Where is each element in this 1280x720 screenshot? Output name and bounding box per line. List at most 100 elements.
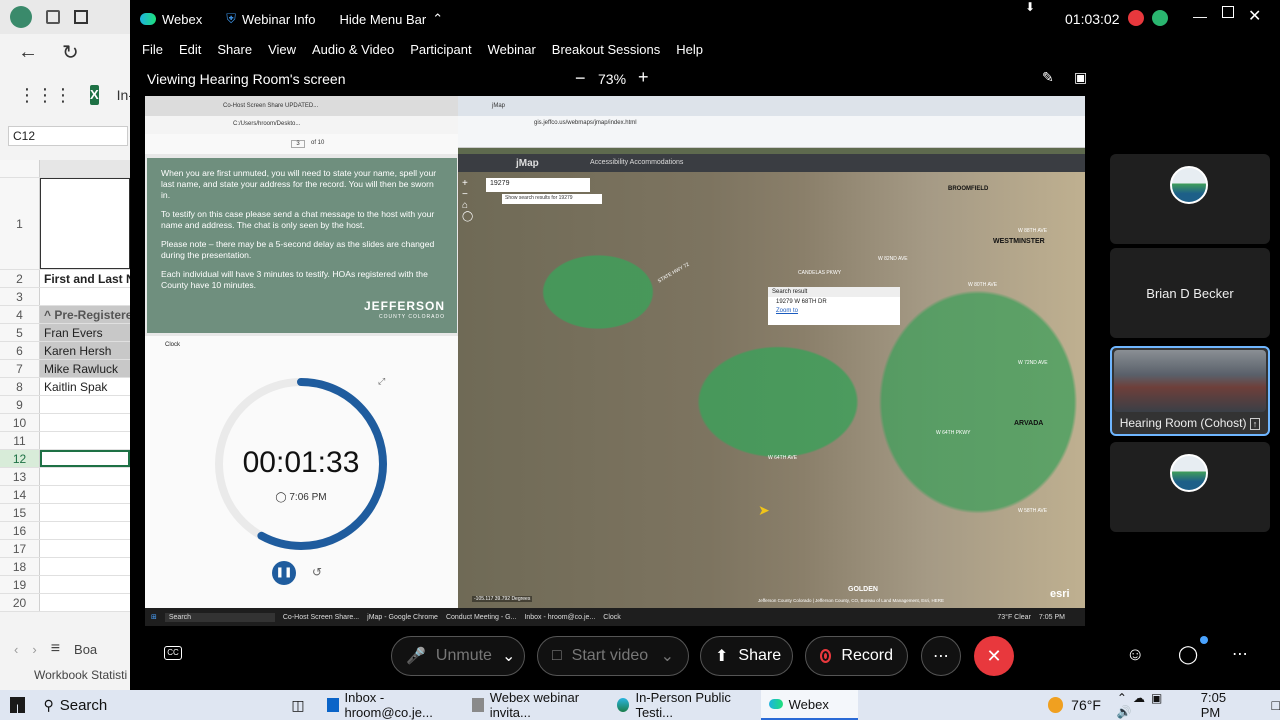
tray-icons[interactable]: ⌃☁▣🔊 [1117,691,1187,719]
share-button[interactable]: ⬆ Share [700,636,793,676]
logo-subtext: COUNTY COLORADO [378,314,445,320]
apps-grid-icon[interactable]: ⋮⋮⋮ [18,85,72,106]
unmute-button[interactable]: 🎤 Unmute ⌄ [391,636,525,676]
table-row[interactable]: 18 [0,558,130,576]
map-search-box[interactable]: 19279 [486,178,590,192]
weather-icon[interactable] [1047,697,1064,713]
table-row[interactable]: 4^ Pre-Registered [0,306,130,324]
remote-start-icon: ⊞ [151,614,157,621]
more-options-button[interactable]: ⋯ [921,636,961,676]
chevron-down-icon[interactable]: ⌄ [661,646,674,666]
excel-ribbon: ⋮⋮⋮ X In- [0,70,133,120]
reset-icon[interactable]: ↺ [312,565,322,579]
participant-tile[interactable]: Brian D Becker [1110,248,1270,338]
windows-start-icon[interactable] [10,697,26,713]
menu-audio-video[interactable]: Audio & Video [312,42,394,57]
pop-out-icon[interactable]: ▣ [1074,69,1087,86]
hide-menu-bar-button[interactable]: Hide Menu Bar ⌃ [339,11,443,27]
taskbar-search[interactable]: ⚲ Search [35,690,277,720]
accessibility-link[interactable]: Accessibility Accommodations [590,159,683,166]
table-row[interactable]: 1 [0,178,130,270]
table-row[interactable]: 15 [0,504,130,522]
pdf-path[interactable]: C:/Users/hroom/Deskto... [233,121,300,127]
table-row[interactable]: 11 [0,432,130,450]
taskbar-clock[interactable]: 7:05 PM [1201,690,1248,720]
home-icon[interactable]: ⌂ [462,200,476,211]
taskbar-app-edge[interactable]: In-Person Public Testi... [609,690,760,720]
menu-share[interactable]: Share [217,42,252,57]
menu-edit[interactable]: Edit [179,42,201,57]
webinar-info-button[interactable]: ⛨ Webinar Info [226,11,315,27]
table-row[interactable]: 7 Mike Rawluck [0,360,130,378]
zoom-out-icon[interactable]: − [462,189,476,200]
browser-tab[interactable]: jMap [492,103,505,109]
slide-paragraph: When you are first unmuted, you will nee… [161,168,437,200]
start-video-button[interactable]: □ Start video ⌄ [537,636,689,676]
taskbar-app-outlook[interactable]: Inbox - hroom@co.je... [319,690,464,720]
back-icon[interactable]: ← [18,41,38,64]
table-row[interactable]: 6 Karen Hersh [0,342,130,360]
table-row[interactable]: 10 [0,414,130,432]
app-icon[interactable] [10,6,32,28]
menu-participant[interactable]: Participant [410,42,471,57]
table-row[interactable]: 14 [0,486,130,504]
map-search-hint[interactable]: Show search results for 19279 [502,194,602,204]
locate-icon[interactable]: ◯ [462,211,476,222]
table-row[interactable]: 8 Kaitlin Spak [0,378,130,396]
pdf-tab[interactable]: Co-Host Screen Share UPDATED... [223,103,318,109]
participants-icon[interactable]: ☺ [1126,644,1144,665]
chevron-right-icon[interactable]: › [32,642,36,657]
presentation-window: Co-Host Screen Share UPDATED... C:/Users… [145,96,458,336]
pause-button[interactable]: ❚❚ [272,561,296,585]
participant-tile[interactable] [1110,154,1270,244]
table-row[interactable]: 16 [0,522,130,540]
table-row[interactable]: 20 [0,594,130,612]
menu-webinar[interactable]: Webinar [488,42,536,57]
popup-zoom-link[interactable]: Zoom to [768,307,900,315]
captions-icon[interactable]: CC [164,646,182,660]
taskbar-app-webex-invite[interactable]: Webex webinar invita... [464,690,609,720]
map-canvas[interactable]: 19279 Show search results for 19279 + − … [458,172,1085,608]
table-row[interactable]: 9 [0,396,130,414]
leave-button[interactable]: ✕ [974,636,1014,676]
table-row[interactable]: 2First and Last Na [0,270,130,288]
sheets-menu-icon[interactable]: ≡ [51,640,60,658]
weather-temp[interactable]: 76°F [1071,697,1101,713]
menu-breakout-sessions[interactable]: Breakout Sessions [552,42,660,57]
refresh-icon[interactable]: ↻ [62,40,79,65]
task-view-icon[interactable]: ◫ [291,697,304,714]
minimize-icon[interactable]: — [1193,8,1207,24]
record-button[interactable]: Record [805,636,908,676]
zoom-out-button[interactable]: − [575,68,586,89]
road-label: W 80TH AVE [968,282,998,288]
table-row[interactable]: 13 [0,468,130,486]
table-row[interactable]: 3 [0,288,130,306]
pdf-page-input[interactable]: 3 [291,140,305,148]
table-row[interactable]: 12 [0,450,130,468]
window-icon[interactable] [74,10,88,24]
maximize-icon[interactable] [1222,6,1234,18]
url-field[interactable]: gis.jeffco.us/webmaps/jmap/index.html [534,120,637,126]
excel-icon[interactable]: X [90,85,99,105]
close-icon[interactable]: ✕ [1248,6,1261,26]
zoom-in-button[interactable]: + [638,67,649,88]
menu-file[interactable]: File [142,42,163,57]
table-row[interactable]: 5 Fran Evers [0,324,130,342]
zoom-in-icon[interactable]: + [462,178,476,189]
menu-view[interactable]: View [268,42,296,57]
menu-help[interactable]: Help [676,42,703,57]
participant-tile-active[interactable]: Hearing Room (Cohost) ↑ [1110,346,1270,436]
sheet-tab[interactable]: Boa [74,642,97,657]
participant-tile[interactable] [1110,442,1270,532]
tabs-icon[interactable] [46,10,60,24]
table-row[interactable]: 19 [0,576,130,594]
table-row[interactable]: 17 [0,540,130,558]
annotate-icon[interactable]: ✎ [1042,69,1054,86]
taskbar-app-webex[interactable]: Webex [760,690,858,720]
notifications-icon[interactable]: □ [1272,697,1280,713]
chat-icon[interactable]: ◯ [1178,644,1198,665]
chevron-down-icon[interactable]: ⌄ [502,646,515,666]
overflow-menu-icon[interactable]: ⋯ [1232,644,1248,664]
name-box[interactable]: C12 [8,126,128,146]
chevron-left-icon[interactable]: ‹ [14,642,18,657]
